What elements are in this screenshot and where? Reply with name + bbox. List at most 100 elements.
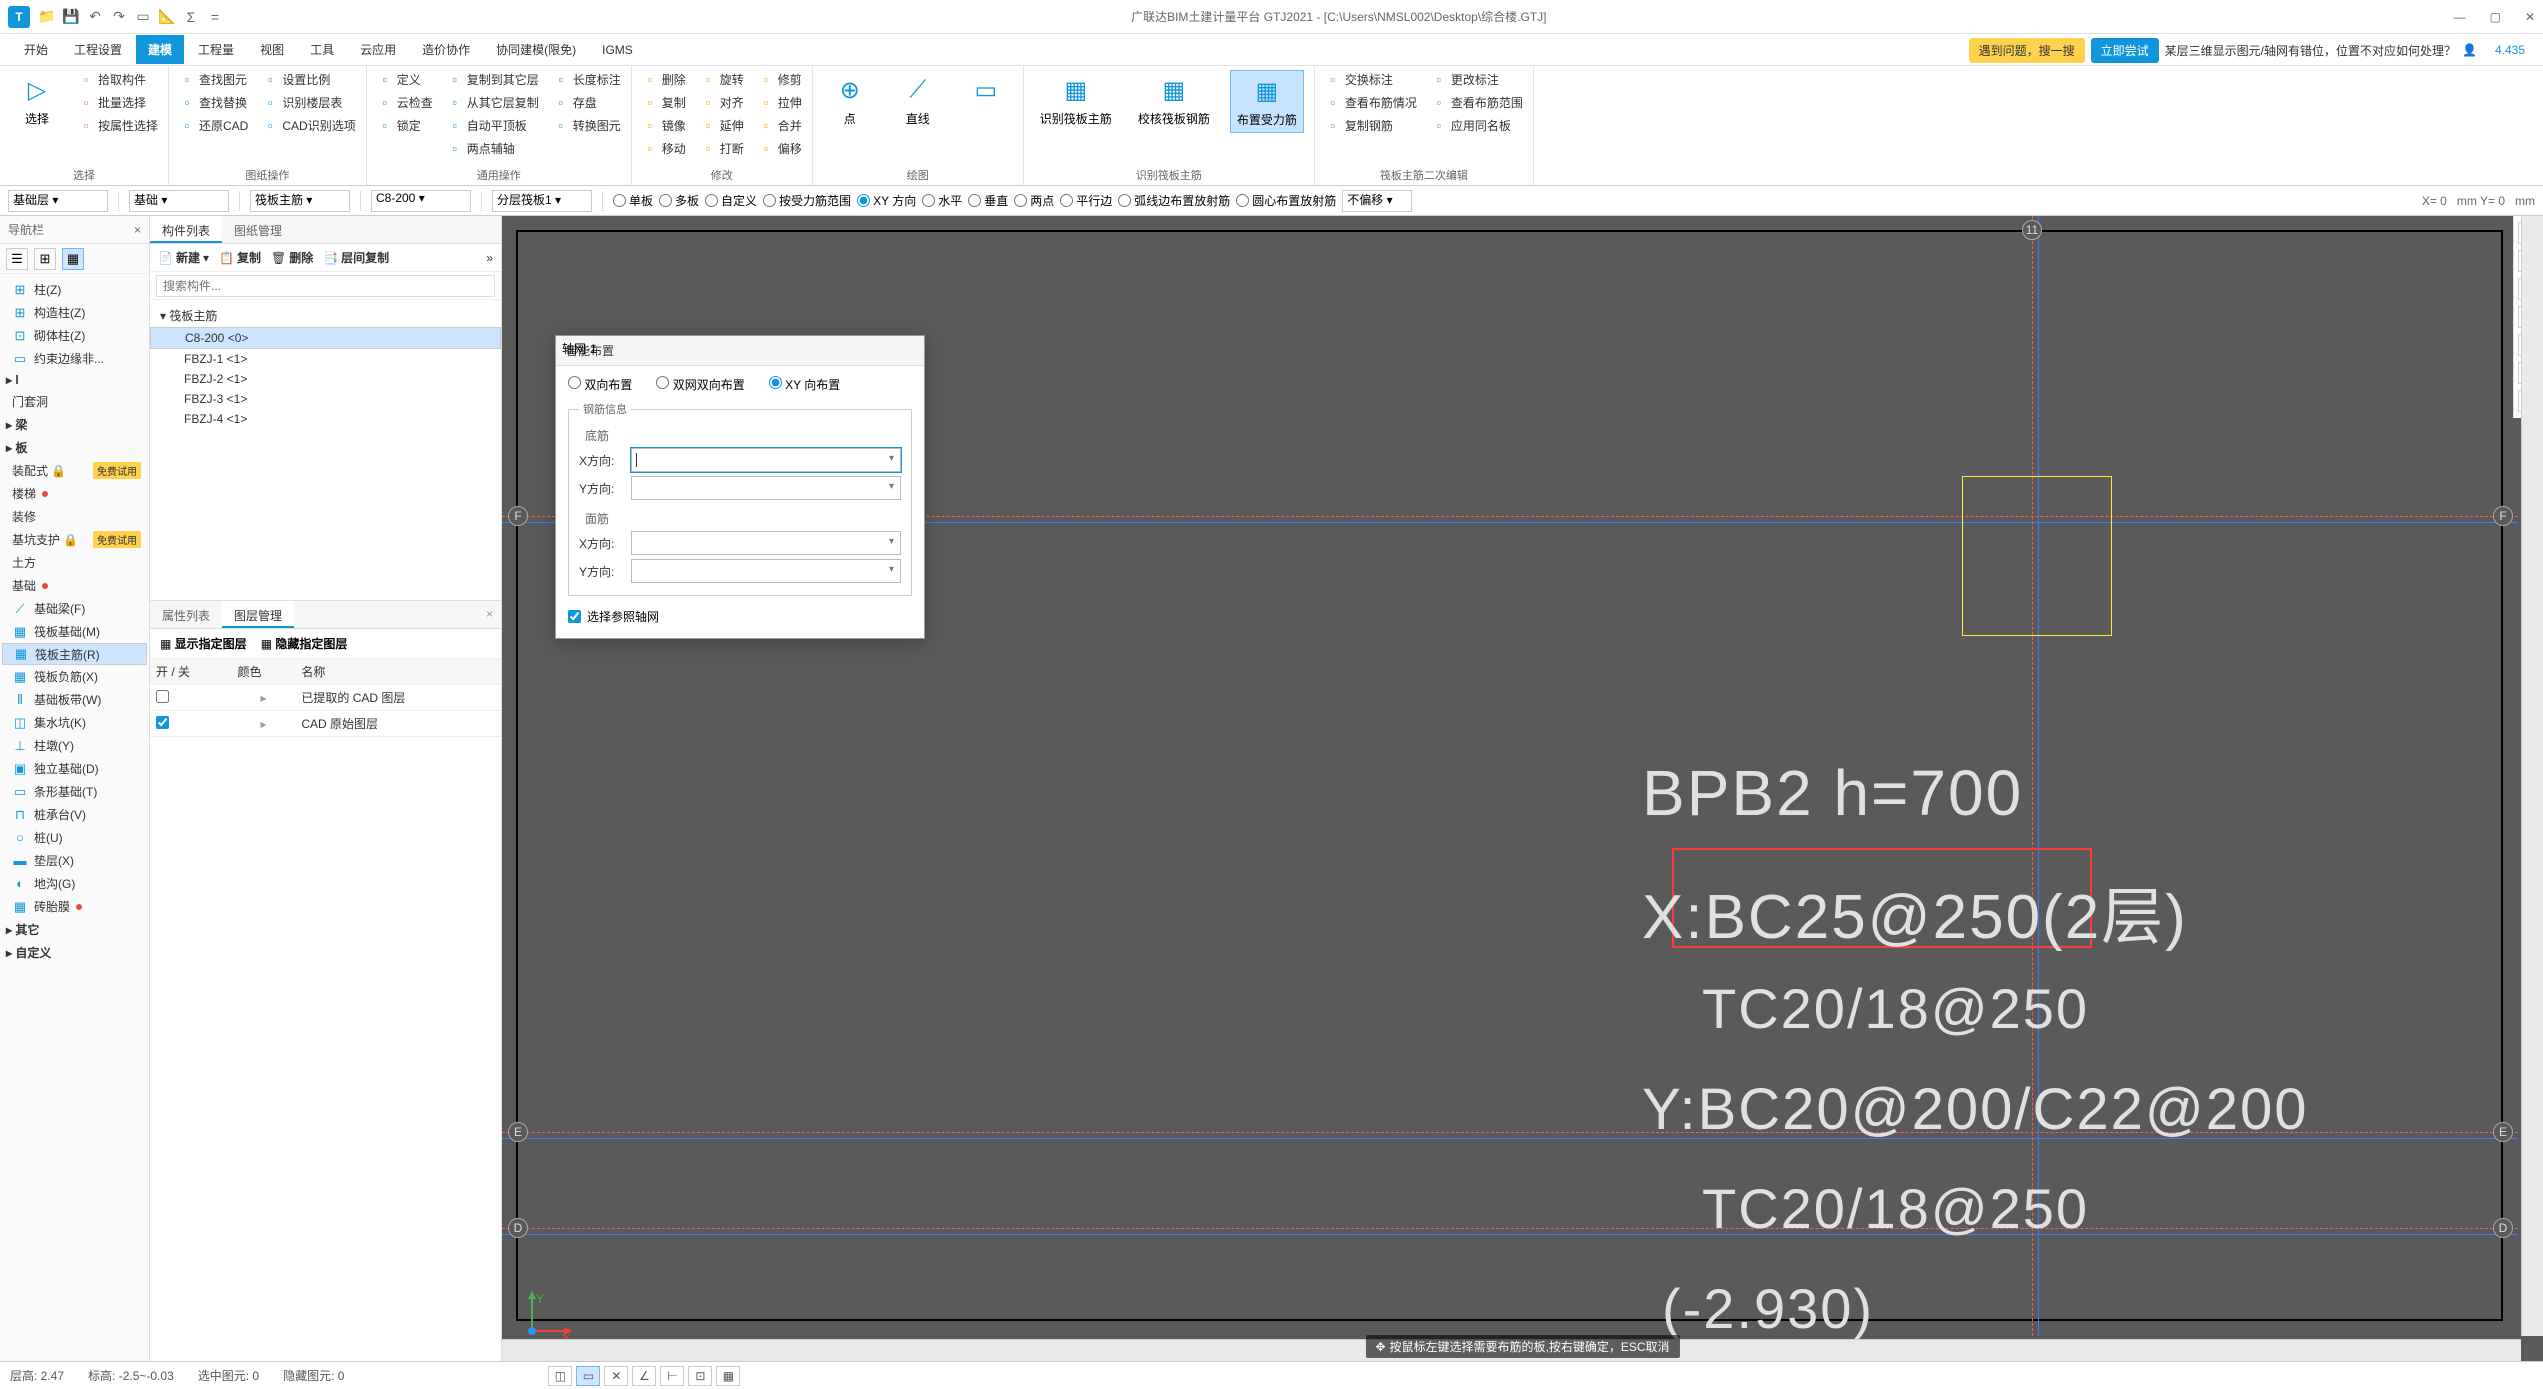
- nav-item[interactable]: ▭条形基础(T): [2, 780, 147, 803]
- filter-sel2[interactable]: 基础 ▾: [129, 190, 229, 212]
- nav-item[interactable]: ▣独立基础(D): [2, 757, 147, 780]
- tab-layer-mgmt[interactable]: 图层管理: [222, 601, 294, 628]
- nav-item[interactable]: ▦筏板主筋(R): [2, 643, 147, 665]
- tool-5-icon[interactable]: ⊢: [660, 1366, 684, 1386]
- mode-tree-icon[interactable]: ⊞: [34, 248, 56, 270]
- hide-layer-button[interactable]: ▦ 隐藏指定图层: [261, 635, 348, 652]
- nav-item[interactable]: ▸ 梁: [2, 413, 147, 436]
- ribbon-item[interactable]: ▫识别楼层表: [262, 93, 355, 112]
- filter-sel3[interactable]: 筏板主筋 ▾: [250, 190, 350, 212]
- layer-toggle[interactable]: [156, 716, 169, 729]
- ribbon-item[interactable]: ▫查找图元: [179, 70, 248, 89]
- draw-tool[interactable]: ⟋直线: [891, 70, 945, 131]
- ribbon-item[interactable]: ▫查看布筋情况: [1325, 93, 1417, 112]
- nav-item[interactable]: 门套洞: [2, 390, 147, 413]
- ribbon-item[interactable]: ▫CAD识别选项: [262, 116, 355, 135]
- layer-row[interactable]: ▸ CAD 原始图层: [150, 711, 501, 737]
- qat-open-icon[interactable]: 📁: [38, 8, 56, 26]
- toolbar-more-icon[interactable]: »: [486, 251, 493, 265]
- offset-select[interactable]: 不偏移 ▾: [1342, 190, 1412, 212]
- radio-double-net[interactable]: 双网双向布置: [656, 376, 744, 393]
- nav-item[interactable]: ◐地沟(G): [2, 872, 147, 895]
- ribbon-item[interactable]: ▫交换标注: [1325, 70, 1417, 89]
- ribbon-item[interactable]: ▫批量选择: [78, 93, 158, 112]
- layer-toggle[interactable]: [156, 690, 169, 703]
- rebar-tool[interactable]: ▦识别筏板主筋: [1034, 70, 1118, 133]
- ribbon-item[interactable]: ▫应用同名板: [1431, 116, 1523, 135]
- ribbon-item[interactable]: ▫定义: [377, 70, 433, 89]
- ribbon-item[interactable]: ▫转换图元: [553, 116, 621, 135]
- nav-item[interactable]: ▸ 其它: [2, 918, 147, 941]
- nav-item[interactable]: ⊡砌体柱(Z): [2, 324, 147, 347]
- menu-4[interactable]: 视图: [248, 35, 296, 64]
- rebar-tool[interactable]: ▦校核筏板钢筋: [1132, 70, 1216, 133]
- nav-item[interactable]: ▬垫层(X): [2, 849, 147, 872]
- ribbon-item[interactable]: ▫移动: [642, 139, 686, 158]
- filter-radio-5[interactable]: 水平: [922, 192, 962, 209]
- ribbon-item[interactable]: ▫偏移: [758, 139, 802, 158]
- radio-two-way[interactable]: 双向布置: [568, 376, 632, 393]
- filter-radio-8[interactable]: 平行边: [1060, 192, 1112, 209]
- component-group[interactable]: ▾ 筏板主筋: [150, 304, 501, 327]
- filter-sel4[interactable]: C8-200 ▾: [371, 190, 471, 212]
- tool-3-icon[interactable]: ✕: [604, 1366, 628, 1386]
- nav-item[interactable]: 装配式 🔒免费试用: [2, 459, 147, 482]
- dialog-title[interactable]: 智能布置: [556, 336, 924, 366]
- maximize-icon[interactable]: ▢: [2490, 10, 2501, 24]
- ribbon-item[interactable]: ▫从其它层复制: [447, 93, 539, 112]
- mode-grid-icon[interactable]: ▦: [62, 248, 84, 270]
- close-icon[interactable]: ✕: [2525, 10, 2535, 24]
- ribbon-item[interactable]: ▫按属性选择: [78, 116, 158, 135]
- filter-radio-4[interactable]: XY 方向: [857, 192, 916, 209]
- menu-7[interactable]: 造价协作: [410, 35, 482, 64]
- draw-tool[interactable]: ⊕点: [823, 70, 877, 131]
- nav-item[interactable]: ▦筏板基础(M): [2, 620, 147, 643]
- menu-6[interactable]: 云应用: [348, 35, 408, 64]
- qat-undo-icon[interactable]: ↶: [86, 8, 104, 26]
- ribbon-item[interactable]: ▫长度标注: [553, 70, 621, 89]
- rebar-tool[interactable]: ▦布置受力筋: [1230, 70, 1304, 133]
- minimize-icon[interactable]: —: [2454, 10, 2466, 24]
- ribbon-item[interactable]: ▫自动平顶板: [447, 116, 539, 135]
- tab-drawing-mgmt[interactable]: 图纸管理: [222, 216, 294, 243]
- qat-redo-icon[interactable]: ↷: [110, 8, 128, 26]
- ribbon-item[interactable]: ▫存盘: [553, 93, 621, 112]
- menu-5[interactable]: 工具: [298, 35, 346, 64]
- ribbon-item[interactable]: ▫云检查: [377, 93, 433, 112]
- qat-measure-icon[interactable]: 📐: [158, 8, 176, 26]
- combo-top-y[interactable]: [631, 559, 901, 583]
- combo-top-x[interactable]: [631, 531, 901, 555]
- filter-radio-6[interactable]: 垂直: [968, 192, 1008, 209]
- nav-item[interactable]: 楼梯: [2, 482, 147, 505]
- floorcopy-button[interactable]: 📑 层间复制: [323, 249, 389, 266]
- menu-2[interactable]: 建模: [136, 35, 184, 64]
- nav-item[interactable]: 基础: [2, 574, 147, 597]
- user-icon[interactable]: 👤: [2462, 43, 2477, 57]
- component-item[interactable]: FBZJ-4 <1>: [150, 409, 501, 429]
- ribbon-item[interactable]: ▫复制: [642, 93, 686, 112]
- ribbon-item[interactable]: ▫设置比例: [262, 70, 355, 89]
- nav-item[interactable]: ⊓桩承台(V): [2, 803, 147, 826]
- ribbon-item[interactable]: ▫镜像: [642, 116, 686, 135]
- qat-more-icon[interactable]: =: [206, 8, 224, 26]
- nav-item[interactable]: 装修: [2, 505, 147, 528]
- ribbon-item[interactable]: ▫两点辅轴: [447, 139, 539, 158]
- nav-item[interactable]: ⫴基础板带(W): [2, 688, 147, 711]
- tool-7-icon[interactable]: ▦: [716, 1366, 740, 1386]
- ribbon-item[interactable]: ▫更改标注: [1431, 70, 1523, 89]
- copy-button[interactable]: 📋 复制: [219, 249, 261, 266]
- nav-item[interactable]: ⊥柱墩(Y): [2, 734, 147, 757]
- ribbon-item[interactable]: ▫还原CAD: [179, 116, 248, 135]
- nav-item[interactable]: ▸ 板: [2, 436, 147, 459]
- axis-select[interactable]: 轴网-1: [673, 604, 912, 628]
- show-layer-button[interactable]: ▦ 显示指定图层: [160, 635, 247, 652]
- filter-radio-7[interactable]: 两点: [1014, 192, 1054, 209]
- component-item[interactable]: C8-200 <0>: [150, 327, 501, 349]
- scrollbar-vertical[interactable]: [2521, 216, 2543, 1336]
- filter-radio-10[interactable]: 圆心布置放射筋: [1236, 192, 1336, 209]
- ribbon-item[interactable]: ▫复制到其它层: [447, 70, 539, 89]
- ribbon-item[interactable]: ▫查找替换: [179, 93, 248, 112]
- nav-item[interactable]: 基坑支护 🔒免费试用: [2, 528, 147, 551]
- filter-radio-2[interactable]: 自定义: [705, 192, 757, 209]
- nav-item[interactable]: 土方: [2, 551, 147, 574]
